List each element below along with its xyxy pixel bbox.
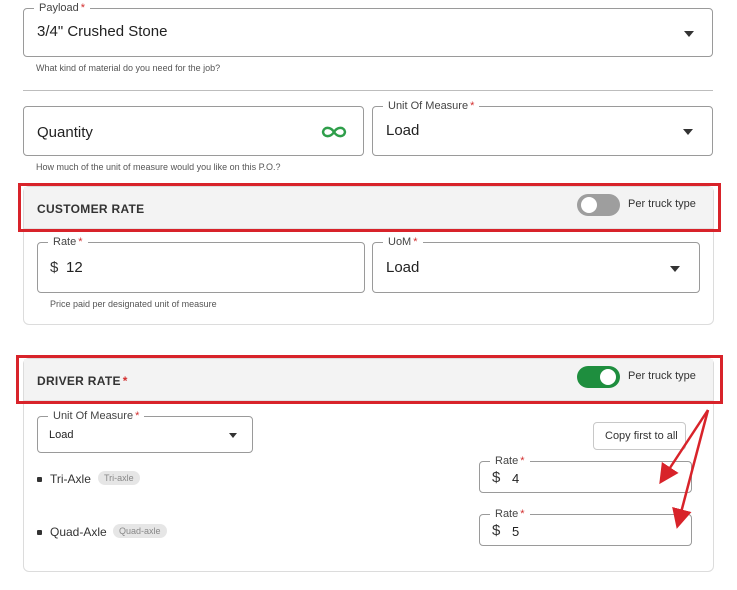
annotation-arrows (659, 409, 710, 529)
annotation-arrow (672, 409, 710, 529)
annotation-arrow (659, 409, 710, 485)
